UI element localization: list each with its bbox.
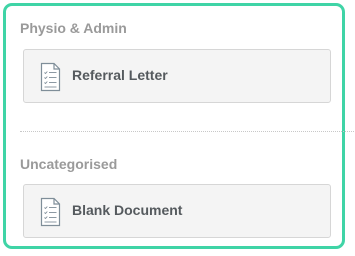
section-title-uncategorised: Uncategorised	[20, 156, 118, 172]
document-card-referral-letter[interactable]: Referral Letter	[23, 49, 331, 103]
document-label: Referral Letter	[72, 67, 168, 83]
document-card-blank-document[interactable]: Blank Document	[23, 184, 331, 238]
section-divider	[20, 131, 355, 132]
document-icon	[40, 197, 61, 227]
document-icon	[40, 62, 61, 92]
document-label: Blank Document	[72, 202, 183, 218]
section-title-physio-admin: Physio & Admin	[20, 20, 127, 36]
template-picker-panel: Physio & Admin Referral Letter Uncategor…	[3, 3, 355, 249]
